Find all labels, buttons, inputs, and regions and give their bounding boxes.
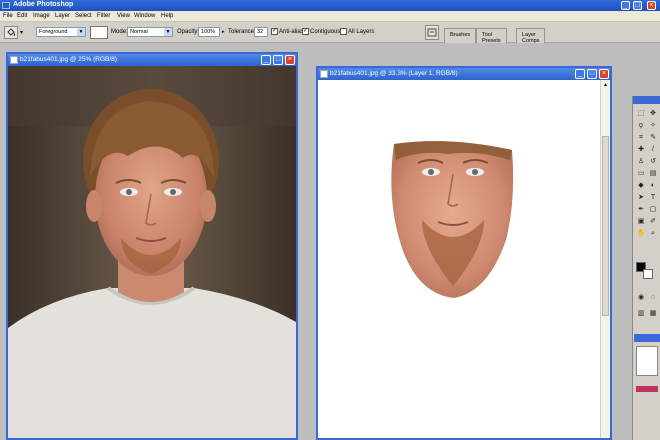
crop-icon[interactable]: ⌗ bbox=[635, 132, 647, 143]
document-close-button[interactable]: × bbox=[285, 55, 295, 65]
app-minimize-button[interactable]: _ bbox=[621, 1, 630, 10]
document-window-layer[interactable]: b21fabus401.jpg @ 33.3% (Layer 1, RGB/8)… bbox=[316, 66, 612, 440]
navigator-thumbnail[interactable] bbox=[636, 346, 658, 376]
tolerance-field[interactable]: 32 bbox=[254, 27, 268, 37]
palette-well-icon[interactable] bbox=[425, 25, 439, 40]
mode-value: Normal bbox=[130, 29, 148, 35]
opacity-field[interactable]: 100% bbox=[198, 27, 220, 37]
menu-bar: File Edit Image Layer Select Filter View… bbox=[0, 11, 660, 22]
hand-icon[interactable]: ✋ bbox=[635, 228, 647, 239]
portrait-photo bbox=[8, 66, 296, 438]
menu-window[interactable]: Window bbox=[134, 13, 155, 19]
tab-brushes[interactable]: Brushes bbox=[444, 28, 477, 43]
slice-icon[interactable]: ✎ bbox=[647, 132, 659, 143]
opacity-label: Opacity: bbox=[177, 29, 200, 35]
marquee-icon[interactable]: ⬚ bbox=[635, 108, 647, 119]
lasso-icon[interactable]: ϙ bbox=[635, 120, 647, 131]
document-minimize-button[interactable]: _ bbox=[575, 69, 585, 79]
healing-brush-icon[interactable]: ✚ bbox=[635, 144, 647, 155]
document-maximize-button[interactable]: □ bbox=[273, 55, 283, 65]
vertical-scrollbar[interactable]: ▲ bbox=[600, 80, 610, 438]
app-title: Adobe Photoshop bbox=[13, 1, 74, 8]
tab-layer-comps[interactable]: Layer Comps bbox=[516, 28, 546, 44]
tolerance-label: Tolerance: bbox=[228, 29, 256, 35]
blur-icon[interactable]: ◆ bbox=[635, 180, 647, 191]
menu-help[interactable]: Help bbox=[161, 13, 173, 19]
original-photo-canvas[interactable] bbox=[8, 66, 296, 438]
opacity-chevron-icon[interactable]: ▸ bbox=[222, 29, 225, 35]
gradient-icon[interactable]: ▤ bbox=[647, 168, 659, 179]
eraser-icon[interactable]: ▭ bbox=[635, 168, 647, 179]
anti-alias-label: Anti-alias bbox=[279, 29, 304, 35]
shape-icon[interactable]: ▢ bbox=[647, 204, 659, 215]
app-maximize-button[interactable]: □ bbox=[633, 1, 642, 10]
toolbox: ⬚ ✥ ϙ ✧ ⌗ ✎ ✚ / ♙ ↺ ▭ ▤ ◆ ◐ ➤ T ✒ ▢ ▣ ✐ … bbox=[632, 96, 660, 440]
notes-icon[interactable]: ▣ bbox=[635, 216, 647, 227]
menu-layer[interactable]: Layer bbox=[55, 13, 70, 19]
document-title: b21fabus401.jpg @ 33.3% (Layer 1, RGB/8) bbox=[330, 70, 458, 77]
history-brush-icon[interactable]: ↺ bbox=[647, 156, 659, 167]
menu-edit[interactable]: Edit bbox=[17, 13, 27, 19]
tab-tool-presets[interactable]: Tool Presets bbox=[476, 28, 507, 44]
all-layers-label: All Layers bbox=[348, 29, 375, 35]
fill-source-value: Foreground bbox=[39, 29, 68, 35]
move-icon[interactable]: ✥ bbox=[647, 108, 659, 119]
menu-image[interactable]: Image bbox=[33, 13, 50, 19]
dodge-icon[interactable]: ◐ bbox=[647, 180, 659, 191]
menu-select[interactable]: Select bbox=[75, 13, 92, 19]
paint-bucket-icon[interactable] bbox=[4, 26, 18, 39]
contiguous-checkbox[interactable]: ✓ bbox=[302, 28, 309, 35]
type-icon[interactable]: T bbox=[647, 192, 659, 203]
options-bar: ▾ Foreground ▼ Mode: Normal ▼ Opacity: 1… bbox=[0, 22, 660, 44]
photoshop-app-icon bbox=[2, 2, 10, 9]
fill-source-select[interactable]: Foreground ▼ bbox=[36, 27, 86, 37]
document-window-original[interactable]: b21fabus401.jpg @ 25% (RGB/8) _ □ × bbox=[6, 52, 298, 440]
document-title-bar[interactable]: b21fabus401.jpg @ 25% (RGB/8) _ □ × bbox=[8, 54, 296, 66]
background-color-swatch[interactable] bbox=[643, 269, 653, 279]
scroll-up-arrow-icon[interactable]: ▲ bbox=[602, 82, 609, 88]
extracted-face bbox=[391, 141, 514, 298]
chevron-down-icon: ▼ bbox=[77, 28, 85, 36]
quick-mask-icon[interactable]: ◉ bbox=[635, 292, 647, 303]
full-screen-mode-icon[interactable]: ▦ bbox=[647, 308, 659, 319]
palette-header bbox=[634, 334, 660, 342]
tool-preset-chevron-icon[interactable]: ▾ bbox=[20, 29, 23, 36]
layer-canvas[interactable] bbox=[318, 80, 600, 438]
standard-mode-icon[interactable]: ◌ bbox=[647, 292, 659, 303]
screen-mode-icon[interactable]: ▥ bbox=[635, 308, 647, 319]
magic-wand-icon[interactable]: ✧ bbox=[647, 120, 659, 131]
document-icon bbox=[320, 70, 328, 78]
pen-icon[interactable]: ✒ bbox=[635, 204, 647, 215]
mode-select[interactable]: Normal ▼ bbox=[127, 27, 173, 37]
mode-label: Mode: bbox=[111, 29, 128, 35]
document-minimize-button[interactable]: _ bbox=[261, 55, 271, 65]
all-layers-checkbox[interactable] bbox=[340, 28, 347, 35]
brush-icon[interactable]: / bbox=[647, 144, 659, 155]
scrollbar-thumb[interactable] bbox=[602, 136, 609, 316]
document-title: b21fabus401.jpg @ 25% (RGB/8) bbox=[20, 56, 117, 63]
document-maximize-button[interactable]: □ bbox=[587, 69, 597, 79]
color-ramp[interactable] bbox=[636, 386, 658, 392]
path-selection-icon[interactable]: ➤ bbox=[635, 192, 647, 203]
document-icon bbox=[10, 56, 18, 64]
clone-stamp-icon[interactable]: ♙ bbox=[635, 156, 647, 167]
zoom-icon[interactable]: ⌕ bbox=[647, 228, 659, 239]
chevron-down-icon: ▼ bbox=[164, 28, 172, 36]
menu-filter[interactable]: Filter bbox=[97, 13, 110, 19]
app-title-bar: Adobe Photoshop _ □ × bbox=[0, 0, 660, 11]
document-title-bar[interactable]: b21fabus401.jpg @ 33.3% (Layer 1, RGB/8)… bbox=[318, 68, 610, 80]
eyedropper-icon[interactable]: ✐ bbox=[647, 216, 659, 227]
anti-alias-checkbox[interactable]: ✓ bbox=[271, 28, 278, 35]
menu-view[interactable]: View bbox=[117, 13, 130, 19]
contiguous-label: Contiguous bbox=[310, 29, 341, 35]
pattern-picker[interactable] bbox=[90, 26, 108, 39]
toolbox-header bbox=[633, 96, 660, 104]
app-close-button[interactable]: × bbox=[647, 1, 656, 10]
menu-file[interactable]: File bbox=[3, 13, 13, 19]
document-close-button[interactable]: × bbox=[599, 69, 609, 79]
